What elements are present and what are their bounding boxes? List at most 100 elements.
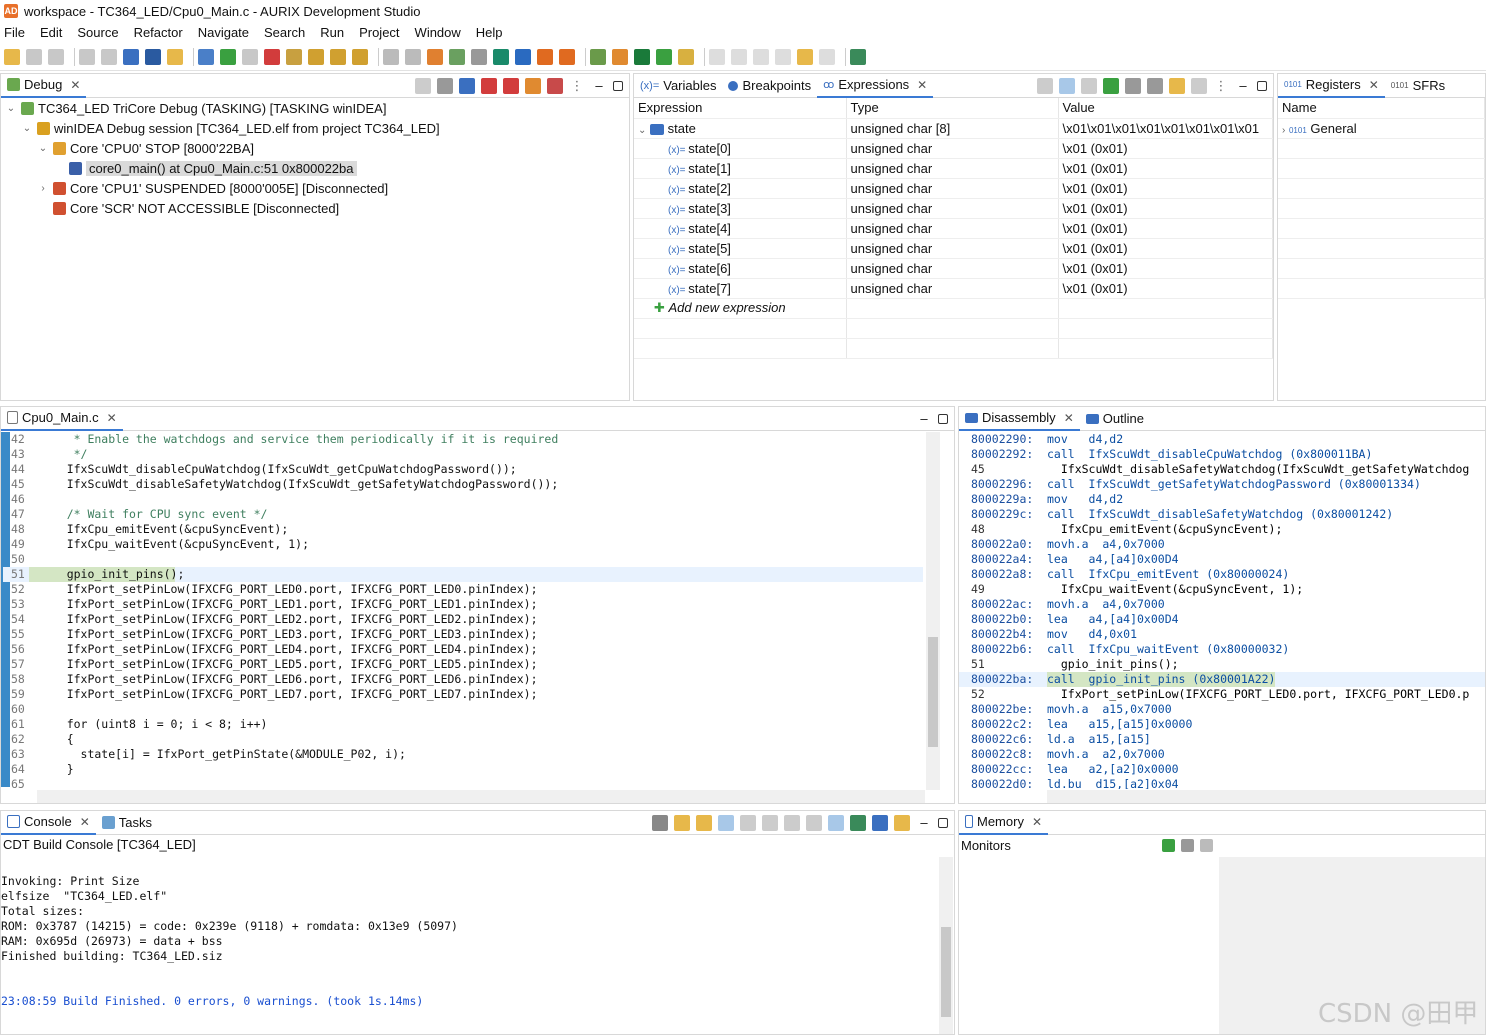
paste-icon[interactable]: [806, 814, 822, 831]
hex-icon[interactable]: [449, 48, 465, 65]
resume-icon[interactable]: [220, 48, 236, 65]
table-row[interactable]: (x)= state[5] unsigned char \x01 (0x01): [634, 238, 1273, 259]
add-expression-row[interactable]: ✚ Add new expression: [634, 298, 1273, 319]
back-icon[interactable]: [797, 48, 813, 65]
tab-breakpoints[interactable]: Breakpoints: [722, 74, 817, 98]
disassembly-line[interactable]: 80002290: mov d4,d2: [959, 432, 1485, 447]
terminal-icon[interactable]: [198, 48, 214, 65]
menu-edit[interactable]: Edit: [40, 25, 62, 40]
tab-cpu0-main[interactable]: Cpu0_Main.c ✕: [1, 407, 123, 431]
tab-registers[interactable]: 0101 Registers ✕: [1278, 74, 1385, 98]
code-line[interactable]: 61 for (uint8 i = 0; i < 8; i++): [3, 717, 923, 732]
new-icon[interactable]: [4, 48, 20, 65]
tab-memory[interactable]: Memory ✕: [959, 811, 1049, 835]
table-row[interactable]: (x)= state[3] unsigned char \x01 (0x01): [634, 198, 1273, 219]
disassembly-area[interactable]: 80002290: mov d4,d2 80002292: call IfxScuWd…: [959, 432, 1485, 789]
pen-icon[interactable]: [709, 48, 725, 65]
redo-icon[interactable]: [101, 48, 117, 65]
menu-file[interactable]: File: [4, 25, 25, 40]
disassembly-line[interactable]: 80002292: call IfxScuWdt_disableCpuWatchd…: [959, 447, 1485, 462]
add-expression-icon[interactable]: [1103, 77, 1119, 94]
maximize-icon[interactable]: [1257, 80, 1267, 91]
disassembly-line[interactable]: 800022c8: movh.a a2,0x7000: [959, 747, 1485, 762]
code-line[interactable]: 46: [3, 492, 923, 507]
console-scrollbar[interactable]: [939, 857, 953, 1034]
disassembly-line[interactable]: 80002296: call IfxScuWdt_getSafetyWatchdo…: [959, 477, 1485, 492]
code-line[interactable]: 51 gpio_init_pins();: [3, 567, 923, 582]
chevron-right-icon[interactable]: ›: [1282, 125, 1285, 136]
remove-icon[interactable]: [1125, 77, 1141, 94]
scrollbar-thumb[interactable]: [941, 927, 951, 1017]
suspend-icon[interactable]: [242, 48, 258, 65]
external-tools-icon[interactable]: [678, 48, 694, 65]
remove-terminated-icon[interactable]: [437, 77, 453, 94]
code-line[interactable]: 64 }: [3, 762, 923, 777]
last-edit-icon[interactable]: [775, 48, 791, 65]
editor-scrollbar[interactable]: [926, 432, 940, 790]
save-all-icon[interactable]: [48, 48, 64, 65]
scrollbar-thumb[interactable]: [928, 637, 938, 747]
code-line[interactable]: 48 IfxCpu_emitEvent(&cpuSyncEvent);: [3, 522, 923, 537]
remove-all-icon[interactable]: [1200, 838, 1213, 852]
tab-expressions[interactable]: ꝏ Expressions ✕: [817, 74, 934, 98]
target-icon[interactable]: [427, 48, 443, 65]
tab-outline[interactable]: Outline: [1080, 407, 1150, 431]
run-icon[interactable]: [656, 48, 672, 65]
help-icon[interactable]: [515, 48, 531, 65]
tree-item[interactable]: › Core 'CPU1' SUSPENDED [8000'005E] [Disc…: [1, 178, 629, 198]
table-row[interactable]: › 0101 General: [1278, 118, 1485, 139]
table-row[interactable]: (x)= state[6] unsigned char \x01 (0x01): [634, 258, 1273, 279]
disassembly-line[interactable]: 52 IfxPort_setPinLow(IFXCFG_PORT_LED0.po…: [959, 687, 1485, 702]
code-line[interactable]: 54 IfxPort_setPinLow(IFXCFG_PORT_LED2.po…: [3, 612, 923, 627]
column-expression[interactable]: Expression: [634, 98, 847, 119]
code-line[interactable]: 63 state[i] = IfxPort_getPinState(&MODUL…: [3, 747, 923, 762]
disassembly-line[interactable]: 45 IfxScuWdt_disableSafetyWatchdog(IfxSc…: [959, 462, 1485, 477]
tree-item[interactable]: ⌄ TC364_LED TriCore Debug (TASKING) [TASK…: [1, 98, 629, 118]
code-line[interactable]: 47 /* Wait for CPU sync event */: [3, 507, 923, 522]
code-line[interactable]: 60: [3, 702, 923, 717]
display-console-icon[interactable]: [850, 814, 866, 831]
export-icon[interactable]: [1191, 77, 1207, 94]
code-area[interactable]: 42 * Enable the watchdogs and service th…: [3, 432, 923, 792]
disassembly-line[interactable]: 800022a8: call IfxCpu_emitEvent (0x800000…: [959, 567, 1485, 582]
disassembly-line[interactable]: 800022c6: ld.a a15,[a15]: [959, 732, 1485, 747]
column-type[interactable]: Type: [846, 98, 1059, 119]
tab-disassembly[interactable]: Disassembly ✕: [959, 407, 1080, 431]
table-row[interactable]: (x)= state[2] unsigned char \x01 (0x01): [634, 178, 1273, 199]
collapse-all-icon[interactable]: [1081, 77, 1097, 94]
build-icon[interactable]: [123, 48, 139, 65]
chevron-down-icon[interactable]: ⌄: [5, 103, 17, 114]
build-config-icon[interactable]: [145, 48, 161, 65]
remove-all-icon[interactable]: [1147, 77, 1163, 94]
disassembly-hscrollbar[interactable]: [1047, 790, 1485, 803]
step-filter-icon[interactable]: [459, 77, 475, 94]
step-into-icon[interactable]: [308, 48, 324, 65]
open-console-icon[interactable]: [872, 814, 888, 831]
tasking-icon[interactable]: [612, 48, 628, 65]
code-line[interactable]: 58 IfxPort_setPinLow(IFXCFG_PORT_LED6.po…: [3, 672, 923, 687]
close-icon[interactable]: ✕: [1064, 411, 1074, 425]
maximize-icon[interactable]: [613, 80, 623, 91]
tab-variables[interactable]: (x)= Variables: [634, 74, 722, 98]
code-line[interactable]: 45 IfxScuWdt_disableSafetyWatchdog(IfxSc…: [3, 477, 923, 492]
minimize-icon[interactable]: –: [591, 77, 607, 94]
code-line[interactable]: 55 IfxPort_setPinLow(IFXCFG_PORT_LED3.po…: [3, 627, 923, 642]
tree-item[interactable]: ⌄ Core 'CPU0' STOP [8000'22BA]: [1, 138, 629, 158]
console-output[interactable]: Invoking: Print Size elfsize "TC364_LED.e…: [1, 859, 931, 1009]
menu-help[interactable]: Help: [476, 25, 503, 40]
code-line[interactable]: 44 IfxScuWdt_disableCpuWatchdog(IfxScuWd…: [3, 462, 923, 477]
menu-search[interactable]: Search: [264, 25, 305, 40]
table-row[interactable]: (x)= state[1] unsigned char \x01 (0x01): [634, 158, 1273, 179]
terminate-icon[interactable]: [264, 48, 280, 65]
minimize-icon[interactable]: –: [1235, 77, 1251, 94]
disassembly-line[interactable]: 800022ac: movh.a a4,0x7000: [959, 597, 1485, 612]
disassembly-line[interactable]: 8000229a: mov d4,d2: [959, 492, 1485, 507]
next-annotation-icon[interactable]: [731, 48, 747, 65]
view-menu-icon[interactable]: ⋮: [1213, 77, 1229, 94]
word-wrap-icon[interactable]: [740, 814, 756, 831]
step-return-icon[interactable]: [352, 48, 368, 65]
maximize-icon[interactable]: [938, 817, 948, 828]
disassembly-line[interactable]: 51 gpio_init_pins();: [959, 657, 1485, 672]
disassembly-line[interactable]: 49 IfxCpu_waitEvent(&cpuSyncEvent, 1);: [959, 582, 1485, 597]
disassembly-line[interactable]: 8000229c: call IfxScuWdt_disableSafetyWat…: [959, 507, 1485, 522]
